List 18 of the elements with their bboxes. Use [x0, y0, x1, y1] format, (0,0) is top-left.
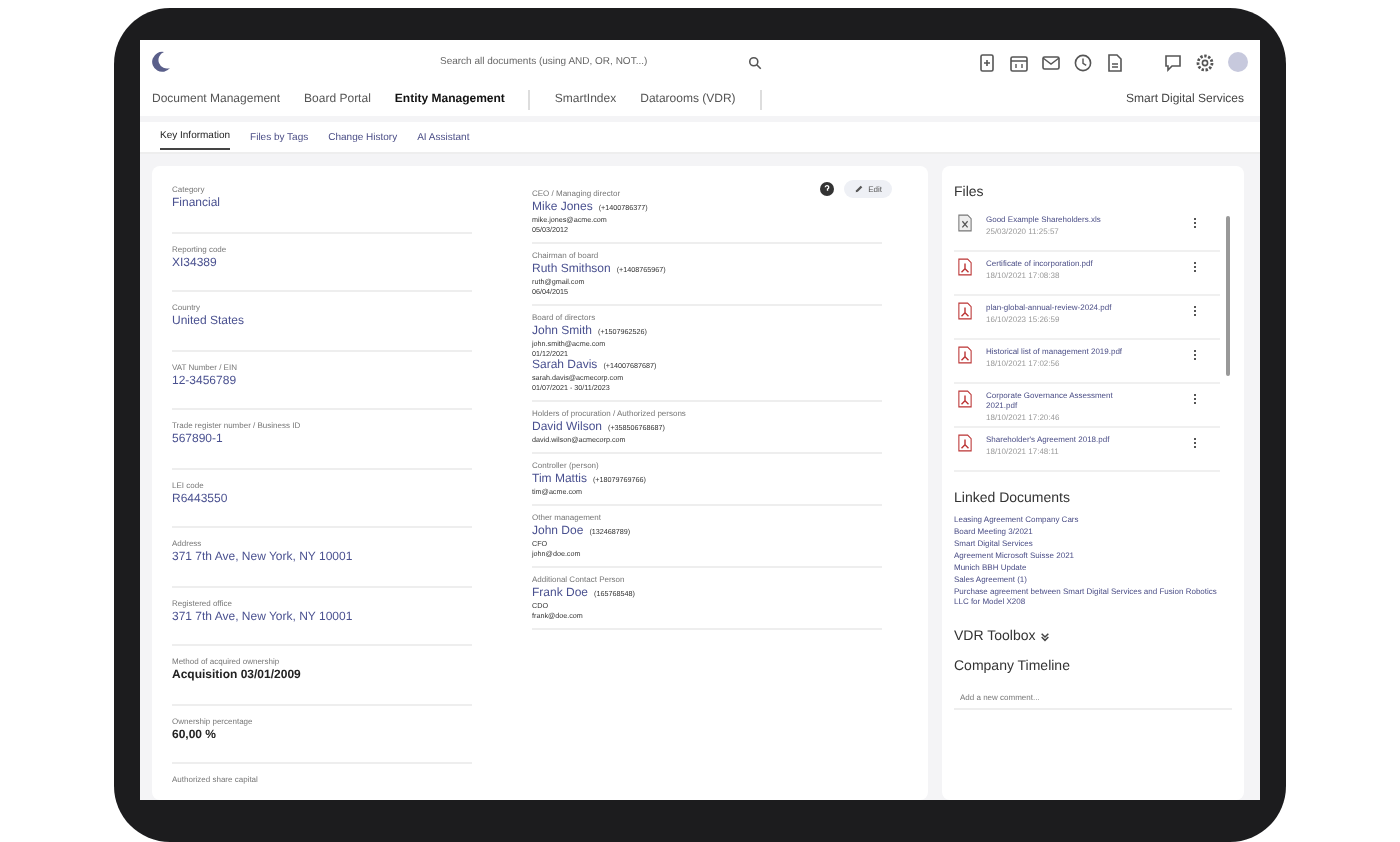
- pdf-file-icon: [958, 434, 972, 452]
- pdf-file-icon: [958, 346, 972, 364]
- pdf-file-icon: [958, 390, 972, 408]
- pdf-file-icon: [958, 258, 972, 276]
- double-chevron-down-icon: [1039, 632, 1050, 642]
- document-icon[interactable]: [1106, 53, 1124, 71]
- clock-icon[interactable]: [1074, 53, 1092, 71]
- mail-icon[interactable]: [1042, 53, 1060, 71]
- add-document-icon[interactable]: [978, 53, 996, 71]
- search-icon[interactable]: [748, 55, 762, 69]
- calendar-icon[interactable]: [1010, 53, 1028, 71]
- spreadsheet-file-icon: [958, 214, 972, 232]
- chat-icon[interactable]: [1164, 53, 1182, 71]
- moon-logo-icon: [148, 50, 172, 74]
- pencil-icon: [854, 183, 865, 193]
- settings-icon[interactable]: [1196, 53, 1214, 71]
- help-icon[interactable]: [820, 181, 835, 195]
- pdf-file-icon: [958, 302, 972, 320]
